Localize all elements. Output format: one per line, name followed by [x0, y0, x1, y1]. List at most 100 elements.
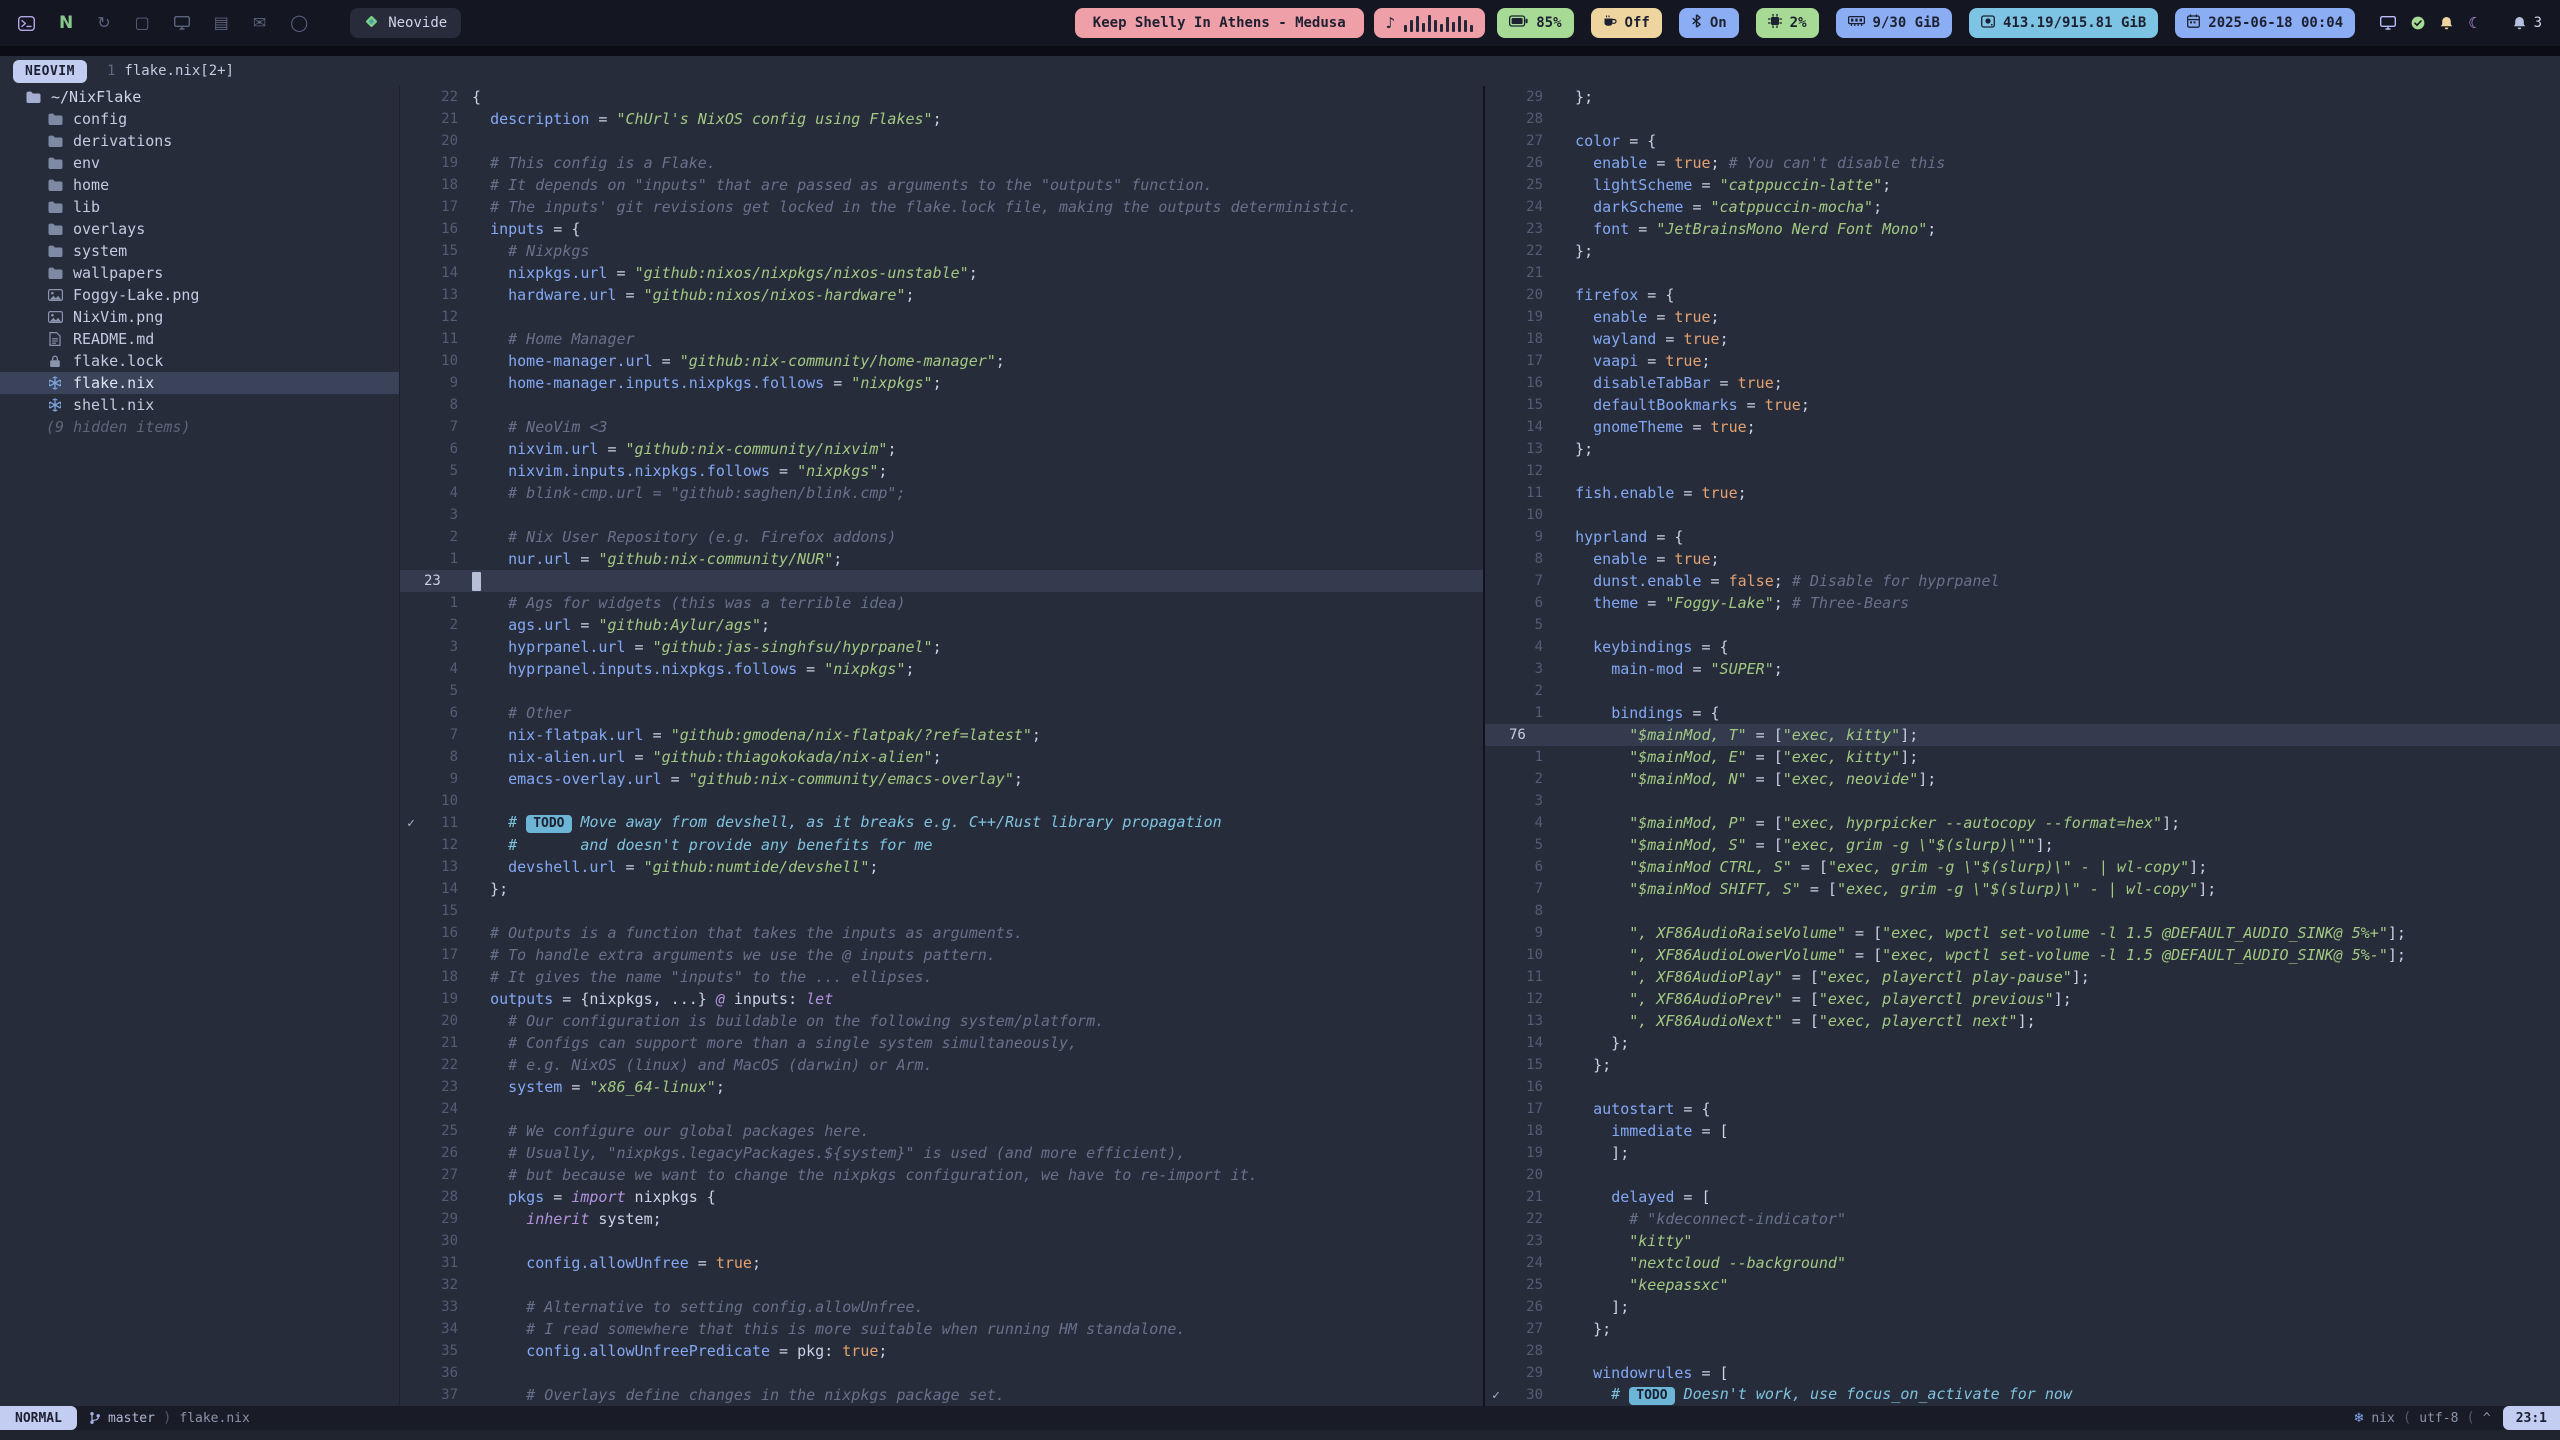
editor-line[interactable]: 3 hyprpanel.url = "github:jas-singhfsu/h…	[400, 636, 1483, 658]
editor-line[interactable]: 1 nur.url = "github:nix-community/NUR";	[400, 548, 1483, 570]
editor-line[interactable]: 10	[1485, 504, 2560, 526]
editor-line[interactable]: 21	[1485, 262, 2560, 284]
editor-line[interactable]: 36	[400, 1362, 1483, 1384]
editor-line[interactable]: 13 ", XF86AudioNext" = ["exec, playerctl…	[1485, 1010, 2560, 1032]
circle-icon[interactable]: ◯	[290, 15, 308, 31]
editor-line[interactable]: 15	[400, 900, 1483, 922]
editor-line[interactable]: 7 dunst.enable = false; # Disable for hy…	[1485, 570, 2560, 592]
editor-line[interactable]: 4 "$mainMod, P" = ["exec, hyprpicker --a…	[1485, 812, 2560, 834]
editor-line[interactable]: 28	[1485, 1340, 2560, 1362]
music-widget[interactable]: Keep Shelly In Athens - Medusa	[1075, 8, 1364, 38]
editor-line[interactable]: 27 };	[1485, 1318, 2560, 1340]
tree-item-lib[interactable]: lib	[0, 196, 399, 218]
editor-line[interactable]: 20	[400, 130, 1483, 152]
editor-line[interactable]: 18 # It gives the name "inputs" to the .…	[400, 966, 1483, 988]
editor-line[interactable]: 17 # The inputs' git revisions get locke…	[400, 196, 1483, 218]
editor-line[interactable]: 20	[1485, 1164, 2560, 1186]
tree-item-readme-md[interactable]: README.md	[0, 328, 399, 350]
clock-widget[interactable]: 2025-06-18 00:04	[2175, 8, 2355, 38]
active-window-badge[interactable]: Neovide	[350, 8, 461, 38]
editor-line[interactable]: 8	[400, 394, 1483, 416]
editor-line[interactable]: 7 nix-flatpak.url = "github:gmodena/nix-…	[400, 724, 1483, 746]
idle-inhibitor-widget[interactable]: Off	[1591, 8, 1662, 38]
editor-line[interactable]: ✓11 # TODO Move away from devshell, as i…	[400, 812, 1483, 834]
editor-line[interactable]: 76 "$mainMod, T" = ["exec, kitty"];	[1485, 724, 2560, 746]
editor-line[interactable]: 26 ];	[1485, 1296, 2560, 1318]
editor-line[interactable]: 24 "nextcloud --background"	[1485, 1252, 2560, 1274]
editor-line[interactable]: 12 # and doesn't provide any benefits fo…	[400, 834, 1483, 856]
editor-line[interactable]: 19 outputs = {nixpkgs, ...} @ inputs: le…	[400, 988, 1483, 1010]
editor-line[interactable]: 3	[400, 504, 1483, 526]
editor-line[interactable]: 6 "$mainMod CTRL, S" = ["exec, grim -g \…	[1485, 856, 2560, 878]
editor-line[interactable]: 24 darkScheme = "catppuccin-mocha";	[1485, 196, 2560, 218]
editor-line[interactable]: 1 bindings = {	[1485, 702, 2560, 724]
editor-line[interactable]: 7 "$mainMod SHIFT, S" = ["exec, grim -g …	[1485, 878, 2560, 900]
editor-line[interactable]: 2	[1485, 680, 2560, 702]
bell-icon[interactable]	[2440, 16, 2453, 30]
tree-item-nixvim-png[interactable]: NixVim.png	[0, 306, 399, 328]
editor-line[interactable]: 9 home-manager.inputs.nixpkgs.follows = …	[400, 372, 1483, 394]
editor-line[interactable]: 27 # but because we want to change the n…	[400, 1164, 1483, 1186]
editor-line[interactable]: ✓30 # TODO Doesn't work, use focus_on_ac…	[1485, 1384, 2560, 1406]
editor-line[interactable]: 23 system = "x86_64-linux";	[400, 1076, 1483, 1098]
monitor-icon[interactable]	[174, 16, 190, 30]
neovim-icon[interactable]: N	[59, 15, 73, 32]
tree-item-foggy-lake-png[interactable]: Foggy-Lake.png	[0, 284, 399, 306]
editor-line[interactable]: 22 # "kdeconnect-indicator"	[1485, 1208, 2560, 1230]
editor-line[interactable]: 5 nixvim.inputs.nixpkgs.follows = "nixpk…	[400, 460, 1483, 482]
editor-line[interactable]: 16 # Outputs is a function that takes th…	[400, 922, 1483, 944]
editor-line[interactable]: 4 hyprpanel.inputs.nixpkgs.follows = "ni…	[400, 658, 1483, 680]
editor-line[interactable]: 21 delayed = [	[1485, 1186, 2560, 1208]
check-icon[interactable]	[2411, 16, 2425, 30]
editor-line[interactable]: 32	[400, 1274, 1483, 1296]
editor-line[interactable]: 5	[1485, 614, 2560, 636]
editor-line[interactable]: 8	[1485, 900, 2560, 922]
editor-line[interactable]: 10	[400, 790, 1483, 812]
editor-line[interactable]: 14 gnomeTheme = true;	[1485, 416, 2560, 438]
editor-line[interactable]: 11 ", XF86AudioPlay" = ["exec, playerctl…	[1485, 966, 2560, 988]
terminal-icon[interactable]	[18, 16, 35, 31]
editor-line[interactable]: 2 "$mainMod, N" = ["exec, neovide"];	[1485, 768, 2560, 790]
editor-line[interactable]: 2 # Nix User Repository (e.g. Firefox ad…	[400, 526, 1483, 548]
tree-item-overlays[interactable]: overlays	[0, 218, 399, 240]
music-visualizer[interactable]: ♪	[1374, 8, 1486, 38]
editor-line[interactable]: 4 keybindings = {	[1485, 636, 2560, 658]
editor-line[interactable]: 9 ", XF86AudioRaiseVolume" = ["exec, wpc…	[1485, 922, 2560, 944]
square-icon[interactable]: ▢	[135, 15, 150, 31]
editor-line[interactable]: 29 windowrules = [	[1485, 1362, 2560, 1384]
editor-line[interactable]: 21 description = "ChUrl's NixOS config u…	[400, 108, 1483, 130]
editor-line[interactable]: 15 # Nixpkgs	[400, 240, 1483, 262]
cpu-widget[interactable]: 2%	[1756, 8, 1819, 38]
editor-line[interactable]: 15 defaultBookmarks = true;	[1485, 394, 2560, 416]
memory-widget[interactable]: 9/30 GiB	[1836, 8, 1952, 38]
tree-item--nixflake[interactable]: ~/NixFlake	[0, 86, 399, 108]
editor-line[interactable]: 27 color = {	[1485, 130, 2560, 152]
disk-widget[interactable]: 413.19/915.81 GiB	[1969, 8, 2158, 38]
editor-line[interactable]: 14 nixpkgs.url = "github:nixos/nixpkgs/n…	[400, 262, 1483, 284]
editor-line[interactable]: 25 lightScheme = "catppuccin-latte";	[1485, 174, 2560, 196]
editor-line[interactable]: 20 firefox = {	[1485, 284, 2560, 306]
notification-widget[interactable]: 3	[2513, 15, 2542, 31]
editor-line[interactable]: 15 };	[1485, 1054, 2560, 1076]
editor-line[interactable]: 14 };	[400, 878, 1483, 900]
tree-item-env[interactable]: env	[0, 152, 399, 174]
editor-line[interactable]: 30	[400, 1230, 1483, 1252]
editor-line[interactable]: 26 # Usually, "nixpkgs.legacyPackages.${…	[400, 1142, 1483, 1164]
editor-line[interactable]: 22 # e.g. NixOS (linux) and MacOS (darwi…	[400, 1054, 1483, 1076]
editor-line[interactable]: 16	[1485, 1076, 2560, 1098]
editor-line[interactable]: 3	[1485, 790, 2560, 812]
editor-line[interactable]: 4 # blink-cmp.url = "github:saghen/blink…	[400, 482, 1483, 504]
editor-line[interactable]: 28 pkgs = import nixpkgs {	[400, 1186, 1483, 1208]
editor-line[interactable]: 12	[1485, 460, 2560, 482]
editor-line[interactable]: 21 # Configs can support more than a sin…	[400, 1032, 1483, 1054]
editor-line[interactable]: 6 # Other	[400, 702, 1483, 724]
editor-line[interactable]: 7 # NeoVim <3	[400, 416, 1483, 438]
tree-item-shell-nix[interactable]: shell.nix	[0, 394, 399, 416]
editor-line[interactable]: 31 config.allowUnfree = true;	[400, 1252, 1483, 1274]
editor-line[interactable]: 10 ", XF86AudioLowerVolume" = ["exec, wp…	[1485, 944, 2560, 966]
editor-line[interactable]: 1 # Ags for widgets (this was a terrible…	[400, 592, 1483, 614]
tree-item-flake-nix[interactable]: flake.nix	[0, 372, 399, 394]
editor-line[interactable]: 25 # We configure our global packages he…	[400, 1120, 1483, 1142]
editor-line[interactable]: 35 config.allowUnfreePredicate = pkg: tr…	[400, 1340, 1483, 1362]
editor-line[interactable]: 29 };	[1485, 86, 2560, 108]
